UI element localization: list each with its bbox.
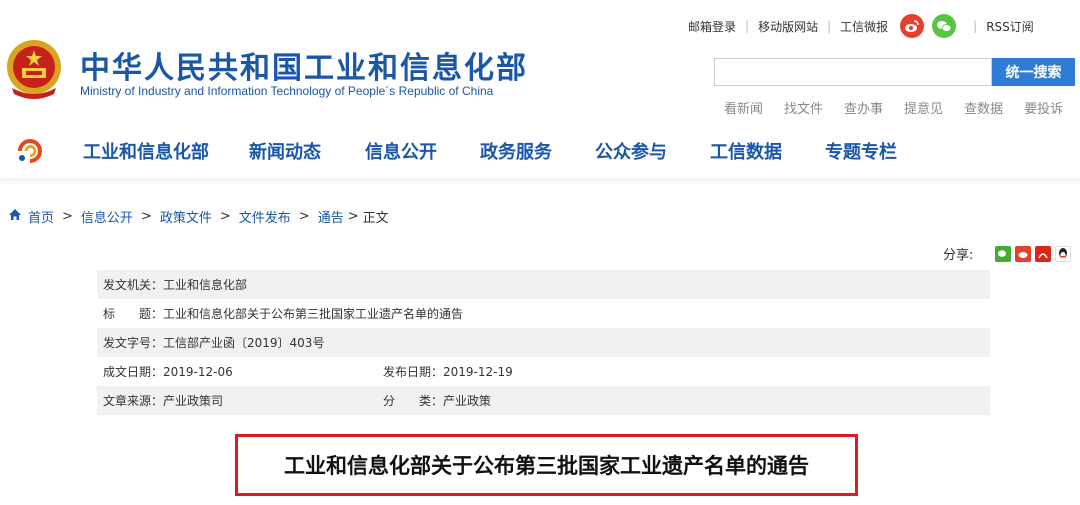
nav-item-info-disclosure[interactable]: 信息公开	[365, 138, 437, 164]
article-headline: 工业和信息化部关于公布第三批国家工业遗产名单的通告	[284, 454, 809, 478]
breadcrumb-policy[interactable]: 政策文件	[160, 207, 212, 226]
meta-written-date: 成文日期：2019-12-06	[103, 365, 233, 379]
unified-search-button[interactable]: 统一搜索	[992, 58, 1075, 86]
wechat-icon[interactable]	[932, 14, 957, 38]
pdf-share-icon[interactable]	[1035, 245, 1052, 262]
weibo-report-link[interactable]: 工信微报	[840, 18, 888, 35]
nav-item-gov-services[interactable]: 政务服务	[480, 138, 552, 164]
quick-link-data[interactable]: 查数据	[964, 98, 1003, 117]
nav-item-ministry[interactable]: 工业和信息化部	[83, 138, 209, 164]
mobile-site-link[interactable]: 移动版网站	[758, 18, 818, 35]
quick-links: 看新闻 找文件 查办事 提意见 查数据 要投诉	[724, 98, 1063, 117]
meta-category: 分 类：产业政策	[383, 394, 492, 408]
top-links: 邮箱登录 | 移动版网站 | 工信微报 | RSS订阅	[688, 14, 1034, 38]
breadcrumb: 首页 > 信息公开 > 政策文件 > 文件发布 > 通告 > 正文	[8, 207, 389, 226]
meta-row-doc-number: 发文字号：工信部产业函〔2019〕403号	[97, 328, 990, 357]
nav-item-public-participation[interactable]: 公众参与	[595, 138, 667, 164]
breadcrumb-notice[interactable]: 通告	[318, 207, 344, 226]
divider: |	[973, 19, 978, 33]
meta-row-dates: 成文日期：2019-12-06 发布日期：2019-12-19	[97, 357, 990, 386]
quick-link-files[interactable]: 找文件	[784, 98, 823, 117]
rss-link[interactable]: RSS订阅	[986, 18, 1034, 35]
qq-share-icon[interactable]	[1055, 245, 1072, 262]
breadcrumb-current: 正文	[362, 211, 389, 226]
home-icon[interactable]	[8, 208, 22, 225]
meta-title: 标 题：工业和信息化部关于公布第三批国家工业遗产名单的通告	[103, 307, 464, 321]
meta-row-source: 文章来源：产业政策司 分 类：产业政策	[97, 386, 990, 415]
search-input[interactable]	[714, 58, 992, 86]
meta-issuer: 发文机关：工业和信息化部	[103, 278, 248, 292]
nav-item-data[interactable]: 工信数据	[710, 138, 782, 164]
weibo-share-icon[interactable]	[1015, 245, 1032, 262]
meta-row-title: 标 题：工业和信息化部关于公布第三批国家工业遗产名单的通告	[97, 299, 990, 328]
nav-item-special-topics[interactable]: 专题专栏	[825, 138, 897, 164]
share-bar: 分享:	[943, 244, 1072, 263]
weibo-icon[interactable]	[900, 14, 925, 38]
meta-row-issuer: 发文机关：工业和信息化部	[97, 270, 990, 299]
document-meta-table: 发文机关：工业和信息化部 标 题：工业和信息化部关于公布第三批国家工业遗产名单的…	[97, 270, 990, 415]
national-emblem-icon	[4, 36, 64, 102]
quick-link-feedback[interactable]: 提意见	[904, 98, 943, 117]
breadcrumb-release[interactable]: 文件发布	[239, 207, 291, 226]
breadcrumb-info[interactable]: 信息公开	[81, 207, 133, 226]
meta-source: 文章来源：产业政策司	[103, 394, 224, 408]
quick-link-complaint[interactable]: 要投诉	[1024, 98, 1063, 117]
share-label: 分享:	[943, 248, 974, 263]
divider: |	[827, 19, 832, 33]
site-subtitle: Ministry of Industry and Information Tec…	[80, 84, 494, 98]
meta-doc-number: 发文字号：工信部产业函〔2019〕403号	[103, 336, 325, 350]
nav-divider	[0, 178, 1080, 186]
divider: |	[745, 19, 750, 33]
breadcrumb-home[interactable]: 首页	[28, 207, 54, 226]
meta-publish-date: 发布日期：2019-12-19	[383, 365, 513, 379]
nav-item-news[interactable]: 新闻动态	[249, 138, 321, 164]
mail-login-link[interactable]: 邮箱登录	[688, 18, 736, 35]
wechat-share-icon[interactable]	[995, 245, 1012, 262]
site-title[interactable]: 中华人民共和国工业和信息化部	[80, 43, 528, 87]
quick-link-services[interactable]: 查办事	[844, 98, 883, 117]
miit-logo-icon[interactable]	[16, 138, 44, 164]
quick-link-news[interactable]: 看新闻	[724, 98, 763, 117]
